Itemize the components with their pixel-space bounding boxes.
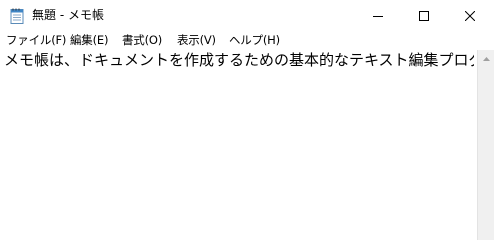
maximize-icon (419, 10, 429, 21)
text-editor[interactable]: メモ帳は、ドキュメントを作成するための基本的なテキスト編集プログラムです。 (0, 50, 494, 240)
close-button[interactable] (447, 0, 493, 31)
title-bar[interactable]: 無題 - メモ帳 (0, 0, 494, 31)
notepad-window: 無題 - メモ帳 ファイル(F) 編集(E) 書式(O) 表示(V) ヘルプ(H… (0, 0, 494, 240)
vertical-scrollbar[interactable] (477, 50, 494, 240)
menu-edit[interactable]: 編集(E) (70, 33, 108, 48)
scroll-up-arrow-icon[interactable] (478, 50, 494, 67)
menu-help[interactable]: ヘルプ(H) (229, 33, 280, 48)
close-icon (465, 10, 475, 21)
minimize-icon (373, 11, 383, 21)
menu-bar: ファイル(F) 編集(E) 書式(O) 表示(V) ヘルプ(H) (0, 31, 494, 50)
notepad-icon[interactable] (10, 8, 24, 24)
editor-content[interactable]: メモ帳は、ドキュメントを作成するための基本的なテキスト編集プログラムです。 (4, 51, 474, 70)
menu-format[interactable]: 書式(O) (122, 33, 162, 48)
minimize-button[interactable] (355, 0, 401, 31)
maximize-button[interactable] (401, 0, 447, 31)
menu-file[interactable]: ファイル(F) (6, 33, 66, 48)
menu-view[interactable]: 表示(V) (177, 33, 216, 48)
window-title: 無題 - メモ帳 (32, 8, 104, 22)
